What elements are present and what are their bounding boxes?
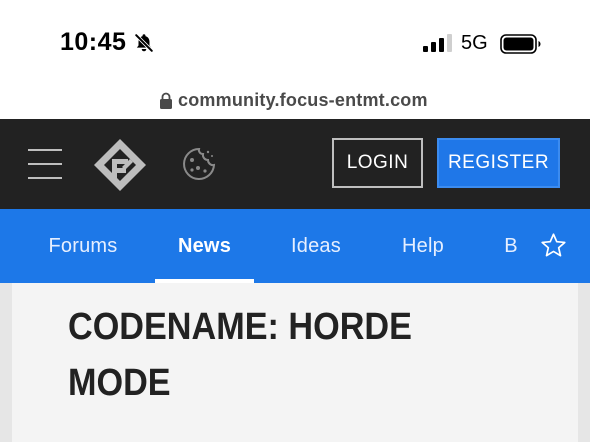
status-time: 10:45 bbox=[60, 28, 127, 56]
cookie-icon[interactable] bbox=[181, 146, 217, 182]
battery-icon bbox=[500, 34, 541, 54]
nav-item-ideas[interactable]: Ideas bbox=[276, 209, 356, 283]
main-nav: Forums News Ideas Help B bbox=[0, 209, 590, 283]
login-button[interactable]: LOGIN bbox=[332, 138, 423, 188]
nav-item-help[interactable]: Help bbox=[388, 209, 458, 283]
focus-logo-icon[interactable] bbox=[92, 137, 148, 193]
status-bar: 10:45 5G bbox=[0, 0, 590, 86]
hamburger-menu-icon[interactable] bbox=[28, 146, 62, 182]
nav-star-area bbox=[520, 209, 590, 283]
register-button[interactable]: REGISTER bbox=[437, 138, 560, 188]
url-bar[interactable]: community.focus-entmt.com bbox=[0, 86, 590, 119]
lock-icon bbox=[160, 92, 172, 109]
network-label: 5G bbox=[461, 32, 488, 54]
signal-icon bbox=[423, 34, 452, 52]
bell-slash-icon bbox=[134, 33, 154, 53]
site-header: LOGIN REGISTER bbox=[0, 119, 590, 209]
url-text: community.focus-entmt.com bbox=[178, 90, 428, 110]
nav-item-news[interactable]: News bbox=[155, 209, 254, 283]
thread-title: CODENAME: HORDE MODE bbox=[68, 306, 412, 404]
star-icon[interactable] bbox=[540, 232, 567, 259]
nav-item-forums[interactable]: Forums bbox=[34, 209, 132, 283]
